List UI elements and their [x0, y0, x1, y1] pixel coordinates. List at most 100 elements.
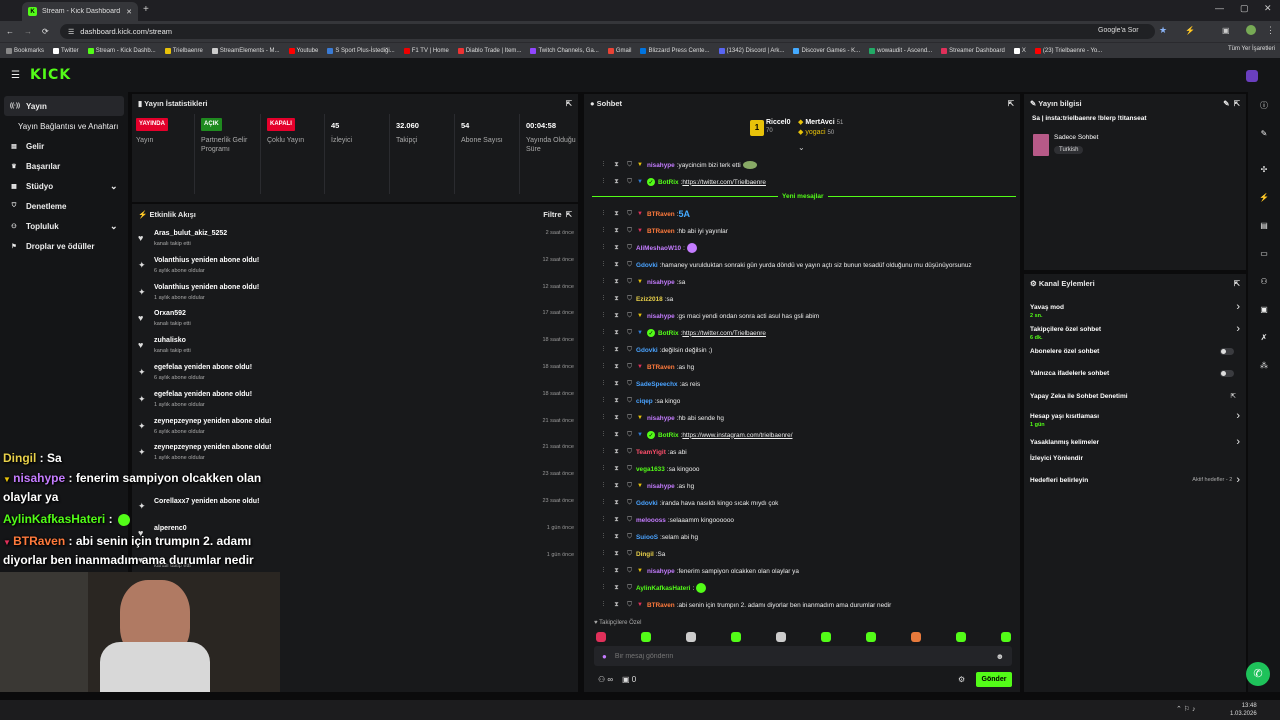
- chat-message-text[interactable]: https://twitter.com/Trielbaenre: [682, 330, 766, 337]
- users-icon[interactable]: ⚇ ∞: [598, 675, 613, 684]
- ban-icon[interactable]: ⛉: [623, 244, 636, 252]
- timeout-icon[interactable]: ⧗: [610, 499, 623, 507]
- chevron-right-icon[interactable]: ›: [1236, 410, 1240, 422]
- chat-username[interactable]: Gdovki: [636, 347, 658, 354]
- chat-username[interactable]: TeamYigit: [636, 449, 666, 456]
- microphone-icon[interactable]: ●: [602, 652, 607, 661]
- popout-icon[interactable]: ⇱: [566, 99, 572, 108]
- edit-icon[interactable]: ✎: [1223, 99, 1229, 108]
- people-icon[interactable]: ⚇: [1249, 272, 1279, 290]
- chat-username[interactable]: AliMeshaoW10: [636, 245, 681, 252]
- chat-username[interactable]: nisahype: [647, 568, 675, 575]
- chat-input-box[interactable]: ● ☻: [594, 646, 1012, 666]
- sidebar-item-2[interactable]: ▤ Gelir: [0, 136, 128, 156]
- document-icon[interactable]: ▤: [1249, 216, 1279, 234]
- chat-username[interactable]: BTRaven: [647, 228, 675, 235]
- send-button[interactable]: Gönder: [976, 672, 1012, 687]
- hamburger-menu-icon[interactable]: ☰: [11, 70, 20, 81]
- chat-username[interactable]: meloooss: [636, 517, 666, 524]
- channel-action-4[interactable]: Yapay Zeka ile Sohbet Denetimi ⇱: [1026, 392, 1244, 401]
- channel-action-6[interactable]: Yasaklanmış kelimeler ›: [1026, 436, 1244, 448]
- sidebar-item-7[interactable]: ⚑ Droplar ve ödüller: [0, 236, 128, 256]
- expand-chevron-icon[interactable]: ⌄: [798, 143, 805, 152]
- close-tab-icon[interactable]: ✕: [126, 8, 132, 16]
- emote-icon[interactable]: [866, 632, 876, 642]
- pen-icon[interactable]: ✎: [1249, 124, 1279, 142]
- pin-icon[interactable]: ⫶: [597, 499, 610, 507]
- channel-action-0[interactable]: Yavaş mod › 2 sn.: [1026, 301, 1244, 319]
- reload-icon[interactable]: ⟳: [42, 27, 49, 36]
- timeout-icon[interactable]: ⧗: [610, 550, 623, 558]
- new-tab-icon[interactable]: +: [143, 4, 149, 15]
- pin-icon[interactable]: ⫶: [597, 431, 610, 439]
- external-link-icon[interactable]: ⇱: [1231, 392, 1236, 400]
- ban-icon[interactable]: ⛉: [623, 448, 636, 456]
- timeout-icon[interactable]: ⧗: [610, 312, 623, 320]
- channel-action-1[interactable]: Takipçilere özel sohbet › 6 dk.: [1026, 323, 1244, 341]
- ban-icon[interactable]: ⛉: [623, 567, 636, 575]
- ban-icon[interactable]: ⛉: [623, 312, 636, 320]
- pin-icon[interactable]: ⫶: [597, 295, 610, 303]
- chat-username[interactable]: BTRaven: [647, 602, 675, 609]
- ban-icon[interactable]: ⛉: [623, 465, 636, 473]
- ban-icon[interactable]: ⛉: [623, 397, 636, 405]
- chevron-down-icon[interactable]: ⌄: [110, 181, 118, 192]
- bookmark-item[interactable]: S Sport Plus-İstediği...: [327, 47, 395, 54]
- channel-action-7[interactable]: İzleyici Yönlendir: [1026, 455, 1244, 462]
- extensions-puzzle-icon[interactable]: ▣: [1222, 26, 1230, 35]
- kick-logo[interactable]: KICK: [30, 67, 71, 83]
- bookmark-item[interactable]: (23) Trielbaenre - Yo...: [1034, 47, 1102, 54]
- chat-username[interactable]: nisahype: [647, 483, 675, 490]
- pin-icon[interactable]: ⫶: [597, 346, 610, 354]
- timeout-icon[interactable]: ⧗: [610, 397, 623, 405]
- sidebar-item-1[interactable]: Yayın Bağlantısı ve Anahtarı: [0, 116, 128, 136]
- emote-icon[interactable]: [911, 632, 921, 642]
- chat-username[interactable]: nisahype: [647, 313, 675, 320]
- emote-icon[interactable]: [821, 632, 831, 642]
- ban-icon[interactable]: ⛉: [623, 550, 636, 558]
- pin-icon[interactable]: ⫶: [597, 312, 610, 320]
- bookmark-item[interactable]: Diablo Trade | Item...: [457, 47, 521, 54]
- timeout-icon[interactable]: ⧗: [610, 414, 623, 422]
- bookmark-item[interactable]: Twitter: [53, 47, 79, 54]
- chat-username[interactable]: Dingil: [636, 551, 654, 558]
- browser-menu-icon[interactable]: ⋮: [1266, 25, 1275, 36]
- pin-icon[interactable]: ⫶: [597, 178, 610, 186]
- pin-icon[interactable]: ⫶: [597, 161, 610, 169]
- emote-icon[interactable]: [641, 632, 651, 642]
- ban-icon[interactable]: ⛉: [623, 295, 636, 303]
- timeout-icon[interactable]: ⧗: [610, 295, 623, 303]
- timeout-icon[interactable]: ⧗: [610, 533, 623, 541]
- timeout-icon[interactable]: ⧗: [610, 178, 623, 186]
- user-avatar[interactable]: [1246, 70, 1258, 82]
- timeout-icon[interactable]: ⧗: [610, 465, 623, 473]
- pin-icon[interactable]: ⫶: [597, 584, 610, 592]
- pin-icon[interactable]: ⫶: [597, 482, 610, 490]
- timeout-icon[interactable]: ⧗: [610, 482, 623, 490]
- bookmark-item[interactable]: X: [1013, 47, 1026, 54]
- pin-icon[interactable]: ⫶: [597, 516, 610, 524]
- emote-icon[interactable]: [776, 632, 786, 642]
- chat-username[interactable]: Gdovki: [636, 500, 658, 507]
- tray-icons[interactable]: ⌃ ⚐ ♪: [1176, 705, 1196, 713]
- timeout-icon[interactable]: ⧗: [610, 329, 623, 337]
- popout-icon[interactable]: ⇱: [1008, 99, 1014, 108]
- timeout-icon[interactable]: ⧗: [610, 380, 623, 388]
- emote-icon[interactable]: [596, 632, 606, 642]
- chat-rail-icon[interactable]: ▭: [1249, 244, 1279, 262]
- ban-icon[interactable]: ⛉: [623, 329, 636, 337]
- ban-icon[interactable]: ⛉: [623, 363, 636, 371]
- bookmark-item[interactable]: Trielbaenre: [164, 47, 203, 54]
- emote-icon[interactable]: [1001, 632, 1011, 642]
- channel-action-8[interactable]: Hedefleri belirleyin Aktif hedefler - 2 ›: [1026, 474, 1244, 486]
- close-window-icon[interactable]: ✕: [1264, 3, 1272, 14]
- chat-username[interactable]: BotRix: [658, 179, 679, 186]
- pin-icon[interactable]: ⫶: [597, 414, 610, 422]
- timeout-icon[interactable]: ⧗: [610, 261, 623, 269]
- pin-icon[interactable]: ⫶: [597, 533, 610, 541]
- bookmark-item[interactable]: Streamer Dashboard: [941, 47, 1005, 54]
- chat-message-text[interactable]: https://twitter.com/Trielbaenre: [682, 179, 766, 186]
- ban-icon[interactable]: ⛉: [623, 178, 636, 186]
- timeout-icon[interactable]: ⧗: [610, 431, 623, 439]
- google-ask-chip[interactable]: Google'a Sor: [1098, 27, 1139, 34]
